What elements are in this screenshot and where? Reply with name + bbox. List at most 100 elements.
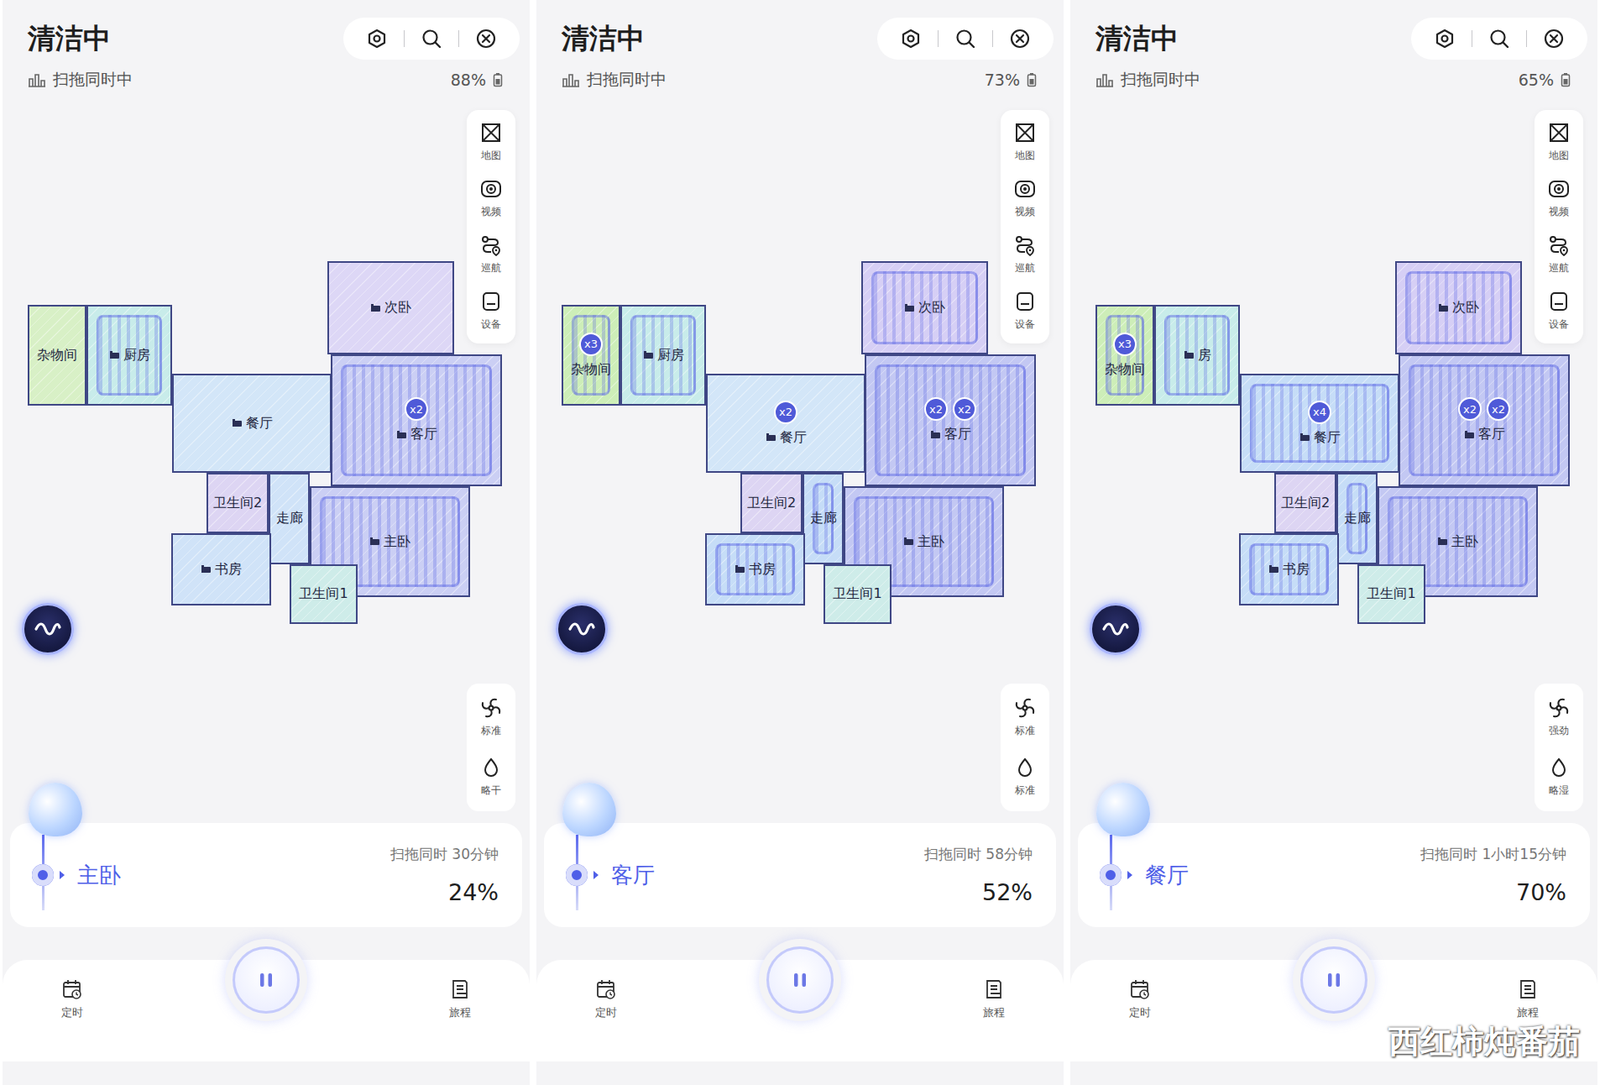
assistant-button[interactable] <box>1089 602 1142 655</box>
settings-button[interactable] <box>350 17 404 60</box>
pass-count-badge: x4 <box>1307 400 1332 424</box>
floor-map[interactable]: 杂物间 厨房 次卧 餐厅 x2 客厅 卫生间2 走廊 主卧 书房 卫生间1 <box>2 100 530 823</box>
map-room[interactable]: 卫生间2 <box>206 472 269 534</box>
toolbar-button[interactable]: 巡航 <box>1000 230 1050 279</box>
map-room[interactable]: 次卧 <box>327 261 455 355</box>
journey-log-icon <box>1516 977 1539 1000</box>
room-label: 书房 <box>734 560 776 579</box>
pause-button[interactable] <box>766 946 834 1014</box>
toolbar-button[interactable]: 设备 <box>1534 287 1584 335</box>
map-room[interactable]: x2x2 客厅 <box>864 354 1036 487</box>
nav-button[interactable]: 定时 <box>595 959 617 1020</box>
toolbar-button[interactable]: 地图 <box>466 118 516 167</box>
toolbar-button[interactable]: 巡航 <box>466 230 516 279</box>
map-room[interactable]: x2 餐厅 <box>705 373 866 473</box>
map-room[interactable]: x2x2 客厅 <box>1398 354 1570 487</box>
toolbar-label: 巡航 <box>481 261 502 276</box>
toolbar-button[interactable]: 地图 <box>1534 118 1584 167</box>
map-room[interactable]: 次卧 <box>1395 261 1522 355</box>
room-name: 卫生间1 <box>298 585 348 603</box>
toolbar-button[interactable]: 巡航 <box>1534 230 1584 279</box>
nav-button[interactable]: 定时 <box>61 959 84 1020</box>
room-name: 餐厅 <box>765 428 807 447</box>
map-toolbar: 地图 视频 巡航 设备 <box>1534 109 1584 344</box>
map-room[interactable]: 厨房 <box>86 304 173 406</box>
room-label: x2 客厅 <box>396 397 438 444</box>
room-name: 次卧 <box>904 298 946 317</box>
floor-map[interactable]: x3 杂物间 厨房 次卧 x2 餐厅 x2x2 客厅 卫生间2 走廊 主卧 书房… <box>536 100 1064 823</box>
close-button[interactable] <box>993 17 1047 60</box>
map-room[interactable]: 卫生间1 <box>823 564 892 624</box>
wave-icon <box>1101 620 1130 638</box>
fan-icon <box>480 696 502 719</box>
map-room[interactable]: 书房 <box>171 533 272 606</box>
assistant-button[interactable] <box>21 602 74 655</box>
pass-count-badge: x2 <box>952 397 977 421</box>
toolbar-button[interactable]: 设备 <box>1000 287 1050 335</box>
floor-map[interactable]: x3 杂物间 房 次卧 x4 餐厅 x2x2 客厅 卫生间2 走廊 主卧 书房 … <box>1070 100 1598 823</box>
search-button[interactable] <box>938 17 993 60</box>
map-room[interactable]: 厨房 <box>620 304 706 406</box>
map-room[interactable]: x4 餐厅 <box>1239 373 1400 473</box>
top-actions <box>343 17 520 60</box>
map-room[interactable]: 卫生间2 <box>1274 472 1337 534</box>
toolbar-button[interactable]: 设备 <box>466 287 516 335</box>
setting-button[interactable]: 标准 <box>1000 693 1050 742</box>
map-room[interactable]: 餐厅 <box>172 373 332 473</box>
schedule-icon <box>61 977 84 1000</box>
map-room[interactable]: 走廊 <box>268 472 310 565</box>
setting-button[interactable]: 标准 <box>1000 752 1050 801</box>
search-button[interactable] <box>1472 17 1527 60</box>
pause-button[interactable] <box>1300 946 1368 1014</box>
pause-button[interactable] <box>232 946 300 1014</box>
pass-count-badge: x2 <box>1486 397 1511 421</box>
map-room[interactable]: 卫生间1 <box>1357 564 1426 624</box>
map-room[interactable]: 杂物间 <box>27 304 87 406</box>
map-room[interactable]: x2 客厅 <box>330 354 502 487</box>
nav-button[interactable]: 旅程 <box>1516 959 1539 1020</box>
map-room[interactable]: 卫生间2 <box>740 472 803 534</box>
camera-icon <box>1014 177 1036 200</box>
current-room: 客厅 <box>611 860 655 890</box>
room-label: 卫生间1 <box>298 585 348 603</box>
search-button[interactable] <box>404 17 459 60</box>
room-type-icon <box>1437 536 1449 547</box>
nav-button[interactable]: 旅程 <box>449 959 471 1020</box>
close-button[interactable] <box>459 17 513 60</box>
fan-icon <box>1014 696 1036 719</box>
assistant-button[interactable] <box>555 602 608 655</box>
toolbar-label: 设备 <box>1548 317 1569 332</box>
map-room[interactable]: x3 杂物间 <box>561 304 621 406</box>
toolbar-button[interactable]: 视频 <box>1534 174 1584 223</box>
room-label: 主卧 <box>1437 533 1479 551</box>
arrow-icon <box>592 869 600 880</box>
pass-badges: x2 <box>773 400 798 424</box>
toolbar-button[interactable]: 视频 <box>466 174 516 223</box>
setting-button[interactable]: 强劲 <box>1534 693 1584 742</box>
map-room[interactable]: 房 <box>1154 304 1240 406</box>
close-button[interactable] <box>1526 17 1581 60</box>
map-room[interactable]: 书房 <box>1239 533 1339 606</box>
map-room[interactable]: 书房 <box>705 533 806 606</box>
settings-button[interactable] <box>1417 17 1472 60</box>
setting-button[interactable]: 标准 <box>466 693 516 742</box>
toolbar-button[interactable]: 视频 <box>1000 174 1050 223</box>
setting-button[interactable]: 略湿 <box>1534 752 1584 801</box>
search-icon <box>1488 27 1511 50</box>
patrol-route-icon <box>1547 234 1570 257</box>
map-room[interactable]: x3 杂物间 <box>1095 304 1155 406</box>
header: 清洁中 扫拖同时中 88% <box>2 0 530 101</box>
setting-button[interactable]: 略干 <box>466 752 516 801</box>
nav-button[interactable]: 定时 <box>1129 959 1151 1020</box>
map-room[interactable]: 走廊 <box>1336 472 1378 565</box>
nav-button[interactable]: 旅程 <box>983 959 1005 1020</box>
map-room[interactable]: 走廊 <box>802 472 844 565</box>
room-label: x2 餐厅 <box>765 400 807 447</box>
toolbar-button[interactable]: 地图 <box>1000 118 1050 167</box>
settings-button[interactable] <box>883 17 938 60</box>
map-room[interactable]: 次卧 <box>861 261 989 355</box>
map-room[interactable]: 卫生间1 <box>289 564 358 624</box>
room-type-icon <box>200 564 212 575</box>
cleaned-path <box>874 364 1026 476</box>
journey-log-icon <box>983 977 1005 1000</box>
